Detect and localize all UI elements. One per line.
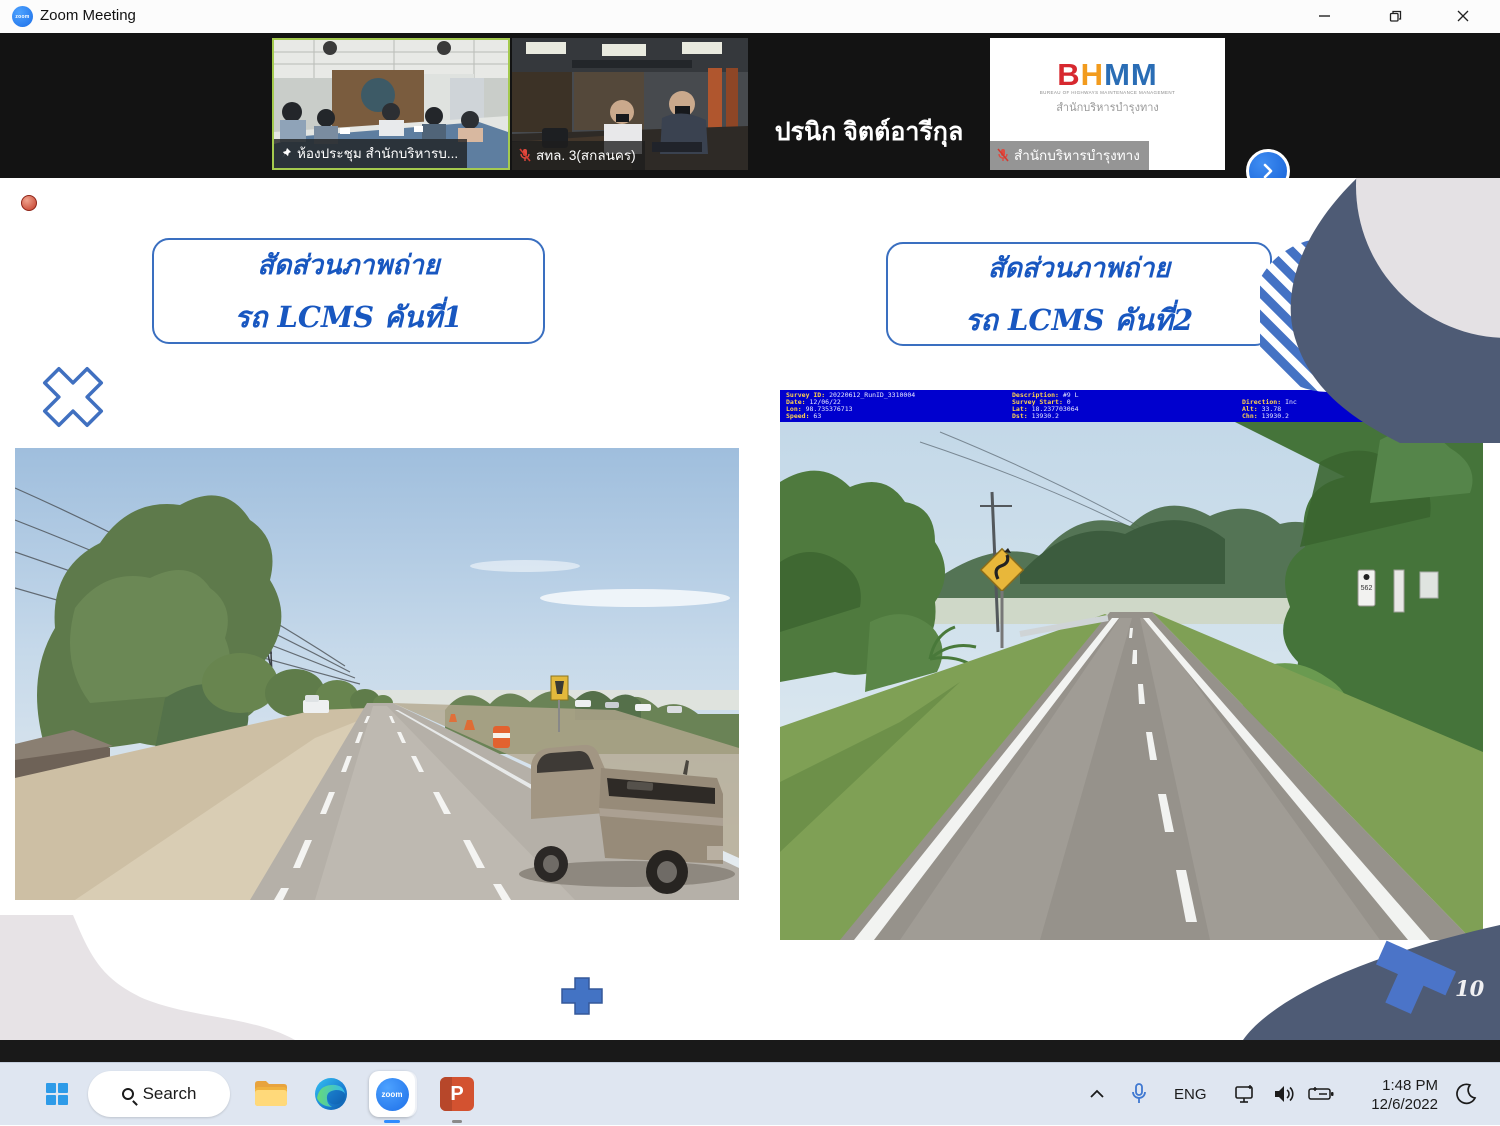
edge-browser-button[interactable] <box>308 1071 354 1117</box>
active-app-indicator <box>384 1120 400 1123</box>
edge-icon <box>313 1076 349 1112</box>
start-button[interactable] <box>34 1071 80 1117</box>
corner-decoration-top-right <box>1260 178 1500 443</box>
network-display-icon <box>1234 1083 1258 1105</box>
video-tile-label: สำนักบริหารบำรุงทาง <box>990 141 1149 170</box>
minimize-icon <box>1319 10 1331 22</box>
battery-button[interactable] <box>1304 1071 1338 1117</box>
restore-icon <box>1389 10 1402 23</box>
video-tile-bhmm[interactable]: BHMM BUREAU OF HIGHWAYS MAINTENANCE MANA… <box>990 38 1225 170</box>
zoom-icon: zoom <box>376 1078 409 1111</box>
record-indicator <box>21 195 37 211</box>
plus-shape-decoration <box>560 976 604 1016</box>
zoom-app-card: zoom <box>369 1071 415 1117</box>
corner-decoration-bottom-left <box>0 915 300 1040</box>
window-title-bar: zoom Zoom Meeting <box>0 0 1500 33</box>
powerpoint-icon: P <box>440 1077 474 1111</box>
video-tile-label: ห้องประชุม สำนักบริหารบ... <box>274 139 467 168</box>
roadside-sign <box>1420 572 1438 598</box>
video-gallery-strip: ห้องประชุม สำนักบริหารบ... <box>0 33 1500 178</box>
tray-microphone-button[interactable] <box>1124 1071 1154 1117</box>
x-shape-decoration <box>28 352 118 442</box>
rural-road-scene: 562 <box>780 422 1483 940</box>
svg-text:562: 562 <box>1361 585 1373 592</box>
chevron-right-icon <box>1260 163 1276 179</box>
video-tile-remote-room[interactable]: สทล. 3(สกลนคร) <box>512 38 748 170</box>
clock[interactable]: 1:48 PM 12/6/2022 <box>1371 1063 1438 1126</box>
open-app-indicator <box>452 1120 462 1123</box>
windows-logo-icon <box>46 1083 68 1105</box>
battery-icon <box>1308 1086 1334 1102</box>
bhmm-logo: BHMM BUREAU OF HIGHWAYS MAINTENANCE MANA… <box>990 60 1225 116</box>
kilometre-post: 562 <box>1358 570 1375 606</box>
video-tile-label: สทล. 3(สกลนคร) <box>512 141 645 170</box>
restore-button[interactable] <box>1372 0 1418 32</box>
speaker-icon <box>1272 1084 1296 1104</box>
corner-decoration-bottom-right <box>1230 898 1500 1040</box>
folder-icon <box>253 1079 289 1109</box>
search-icon <box>122 1088 134 1100</box>
slide-page-number: 10 <box>1455 976 1484 1001</box>
caption-box-lcms-2: สัดส่วนภาพถ่าย รถ LCMS คันที่2 <box>886 242 1272 346</box>
clock-time: 1:48 PM <box>1382 1076 1438 1095</box>
search-box[interactable]: Search <box>88 1071 230 1117</box>
language-indicator[interactable]: ENG <box>1174 1063 1207 1126</box>
tray-chevron-button[interactable] <box>1082 1071 1112 1117</box>
file-explorer-button[interactable] <box>248 1071 294 1117</box>
video-tile-meeting-room[interactable]: ห้องประชุม สำนักบริหารบ... <box>272 38 510 170</box>
letterbox-strip <box>0 1040 1500 1062</box>
road-photo-lcms-1 <box>15 448 739 900</box>
windows-taskbar: Search zoom P <box>0 1062 1500 1125</box>
window-title: Zoom Meeting <box>40 7 136 24</box>
zoom-app-button[interactable]: zoom <box>366 1071 418 1117</box>
volume-button[interactable] <box>1268 1071 1300 1117</box>
network-button[interactable] <box>1230 1071 1262 1117</box>
close-button[interactable] <box>1440 0 1486 32</box>
zoom-app-icon: zoom <box>12 6 33 27</box>
pin-icon <box>280 147 292 160</box>
highway-scene <box>15 448 739 900</box>
muted-mic-icon <box>996 148 1009 162</box>
road-photo-lcms-2: Survey ID: 20220612_RunID_3310004 Date: … <box>780 390 1483 940</box>
marker-post <box>1394 570 1404 612</box>
notification-button[interactable] <box>1448 1071 1484 1117</box>
caption-box-lcms-1: สัดส่วนภาพถ่าย รถ LCMS คันที่1 <box>152 238 545 344</box>
muted-mic-icon <box>518 148 531 162</box>
microphone-icon <box>1131 1083 1147 1105</box>
search-label: Search <box>143 1084 197 1104</box>
close-icon <box>1457 10 1469 22</box>
minimize-button[interactable] <box>1302 0 1348 32</box>
moon-icon <box>1455 1083 1477 1105</box>
clock-date: 12/6/2022 <box>1371 1095 1438 1114</box>
chevron-up-icon <box>1089 1089 1105 1099</box>
powerpoint-button[interactable]: P <box>434 1071 480 1117</box>
shared-slide: 10 สัดส่วนภาพถ่าย รถ LCMS คันที่1 สัดส่ว… <box>0 178 1500 1040</box>
